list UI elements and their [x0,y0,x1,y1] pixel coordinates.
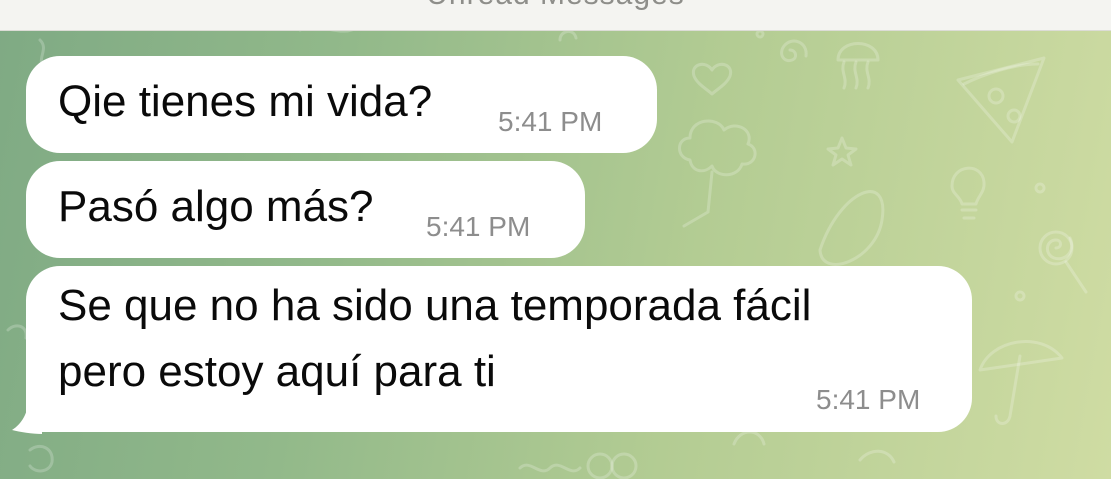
unread-messages-label: Unread Messages [0,0,1111,12]
unread-messages-divider: Unread Messages [0,0,1111,31]
message-timestamp: 5:41 PM [426,211,531,242]
message-text-line-1: Se que no ha sido una temporada fácil [58,281,812,330]
message-bubble[interactable]: Pasó algo más? 5:41 PM [26,161,585,258]
message-bubble[interactable]: Qie tienes mi vida? 5:41 PM [26,56,657,153]
message-timestamp: 5:41 PM [816,384,921,415]
message-timestamp: 5:41 PM [498,106,603,137]
message-text: Pasó algo más? [58,182,374,231]
message-text-line-2: pero estoy aquí para ti [58,347,496,396]
message-bubble[interactable]: Se que no ha sido una temporada fácil pe… [26,266,972,432]
message-text: Qie tienes mi vida? [58,77,433,126]
